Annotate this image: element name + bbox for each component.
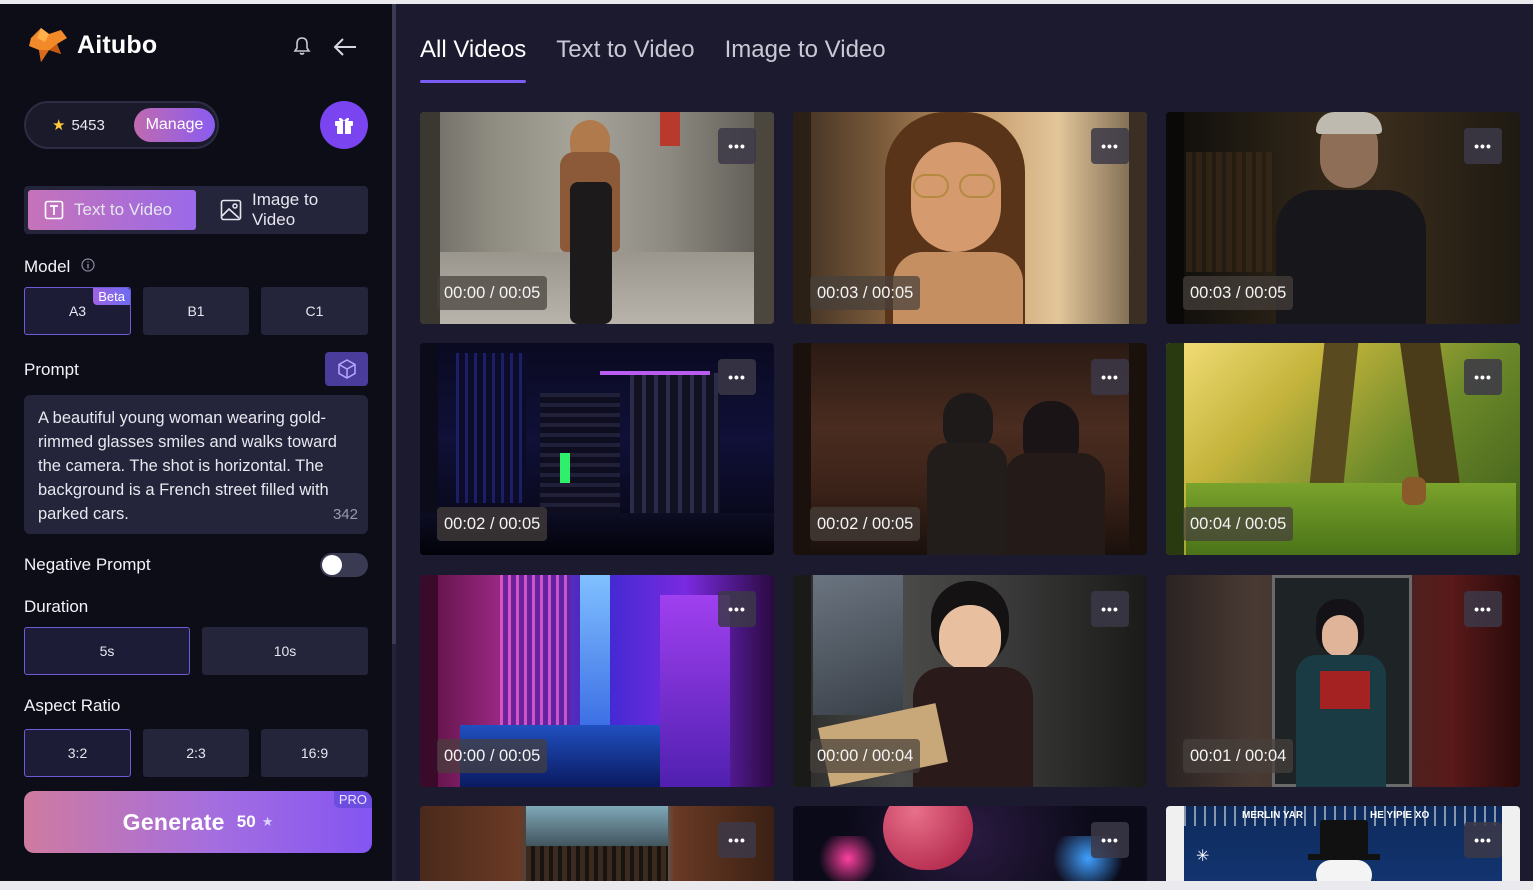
prompt-enhance-button[interactable] [325,352,368,386]
window-bottom-border [0,881,1533,890]
video-time: 00:01 / 00:04 [1183,739,1294,773]
tab-text-to-video[interactable]: Text to Video [28,190,196,230]
manage-button[interactable]: Manage [134,108,215,142]
video-options-button[interactable]: ••• [718,359,756,395]
video-options-button[interactable]: ••• [718,128,756,164]
aspect-option-16-9-label: 16:9 [300,745,329,761]
star-icon: ★ [261,814,274,829]
aspect-option-3-2-label: 3:2 [67,745,88,761]
fox-logo-icon [29,28,67,62]
sidebar-scrollbar-thumb[interactable] [392,4,396,644]
gift-icon [335,117,353,134]
prompt-text: A beautiful young woman wearing gold-rim… [38,409,337,523]
tab-all-videos[interactable]: All Videos [420,36,526,64]
model-option-b1[interactable]: B1 [143,287,249,335]
video-options-button[interactable]: ••• [1091,591,1129,627]
active-tab-indicator [420,80,526,83]
video-options-button[interactable]: ••• [718,591,756,627]
video-time: 00:03 / 00:05 [1183,276,1294,310]
video-options-button[interactable]: ••• [1464,128,1502,164]
video-time: 00:02 / 00:05 [810,507,921,541]
credits-count: 5453 [71,116,105,134]
video-card[interactable]: ••• [420,806,774,881]
duration-label: Duration [24,597,89,616]
negative-prompt-toggle[interactable] [320,553,368,577]
tab-text-to-video-label: Text to Video [74,200,172,219]
text-box-icon [44,200,64,220]
snowman-banner-left-text: MERLIN YAR [1242,810,1304,821]
cube-icon [337,359,356,379]
aspect-option-2-3[interactable]: 2:3 [143,729,249,777]
video-options-button[interactable]: ••• [1091,822,1129,858]
video-card[interactable]: ••• 00:03 / 00:05 [793,112,1147,324]
video-time: 00:00 / 00:05 [437,276,548,310]
video-time: 00:04 / 00:05 [1183,507,1294,541]
model-option-c1[interactable]: C1 [261,287,368,335]
info-icon[interactable] [81,258,95,272]
aspect-option-3-2[interactable]: 3:2 [24,729,131,777]
video-options-button[interactable]: ••• [1464,359,1502,395]
image-icon [220,199,242,221]
video-card[interactable]: ••• 00:01 / 00:04 [1166,575,1520,787]
video-time: 00:02 / 00:05 [437,507,548,541]
duration-option-10s[interactable]: 10s [202,627,368,675]
video-card[interactable]: ••• 00:00 / 00:04 [793,575,1147,787]
aspect-option-16-9[interactable]: 16:9 [261,729,368,777]
video-card[interactable]: ••• 00:00 / 00:05 [420,112,774,324]
model-option-a3-label: A3 [68,303,87,319]
video-card[interactable]: ••• 00:02 / 00:05 [420,343,774,555]
tab-image-to-video[interactable]: Image to Video [204,190,366,230]
prompt-textarea[interactable]: A beautiful young woman wearing gold-rim… [24,395,368,534]
prompt-char-count: 342 [332,506,358,523]
brand[interactable]: Aitubo [27,24,157,66]
model-label: Model [24,257,71,276]
video-time: 00:03 / 00:05 [810,276,921,310]
video-card[interactable]: MERLIN YAR HE YIPIE XO ✳ ••• [1166,806,1520,881]
negative-prompt-label: Negative Prompt [24,555,151,574]
bell-icon[interactable] [292,36,312,56]
video-card[interactable]: ••• 00:02 / 00:05 [793,343,1147,555]
video-options-button[interactable]: ••• [1091,359,1129,395]
app-name: Aitubo [77,30,158,59]
video-filter-tabs: All Videos Text to Video Image to Video [420,36,916,64]
snowman-banner-right-text: HE YIPIE XO [1370,810,1430,821]
duration-option-10s-label: 10s [273,643,297,659]
video-card[interactable]: ••• 00:03 / 00:05 [1166,112,1520,324]
video-options-button[interactable]: ••• [1464,591,1502,627]
video-time: 00:00 / 00:04 [810,739,921,773]
toggle-knob [322,555,342,575]
duration-option-5s-label: 5s [99,643,115,659]
video-card[interactable]: ••• 00:00 / 00:05 [420,575,774,787]
prompt-label: Prompt [24,360,79,379]
aspect-option-2-3-label: 2:3 [186,745,206,761]
mode-tabs: Text to Video Image to Video [24,186,368,234]
duration-option-5s[interactable]: 5s [24,627,190,675]
video-options-button[interactable]: ••• [718,822,756,858]
star-icon: ★ [52,117,66,134]
aspect-ratio-label: Aspect Ratio [24,696,121,715]
model-option-c1-label: C1 [305,303,324,319]
video-options-button[interactable]: ••• [1464,822,1502,858]
tab-text-to-video-filter[interactable]: Text to Video [556,36,694,64]
video-time: 00:00 / 00:05 [437,739,548,773]
video-card[interactable]: ••• 00:04 / 00:05 [1166,343,1520,555]
beta-badge: Beta [93,288,130,305]
snowflake-icon: ✳ [1196,848,1210,865]
generate-cost: 50 [236,812,256,831]
tab-image-to-video-label: Image to Video [252,190,319,229]
model-option-b1-label: B1 [187,303,205,319]
gift-button[interactable] [320,101,368,149]
video-options-button[interactable]: ••• [1091,128,1129,164]
model-option-a3[interactable]: A3 Beta [24,287,131,335]
collapse-arrow-icon[interactable] [332,36,358,58]
generate-button[interactable]: Generate 50 ★ PRO [24,791,372,853]
pro-badge: PRO [333,791,372,808]
video-card[interactable]: ••• [793,806,1147,881]
tab-image-to-video-filter[interactable]: Image to Video [725,36,886,64]
credits-pill: ★ 5453 Manage [24,101,219,149]
generate-label: Generate [122,808,225,835]
